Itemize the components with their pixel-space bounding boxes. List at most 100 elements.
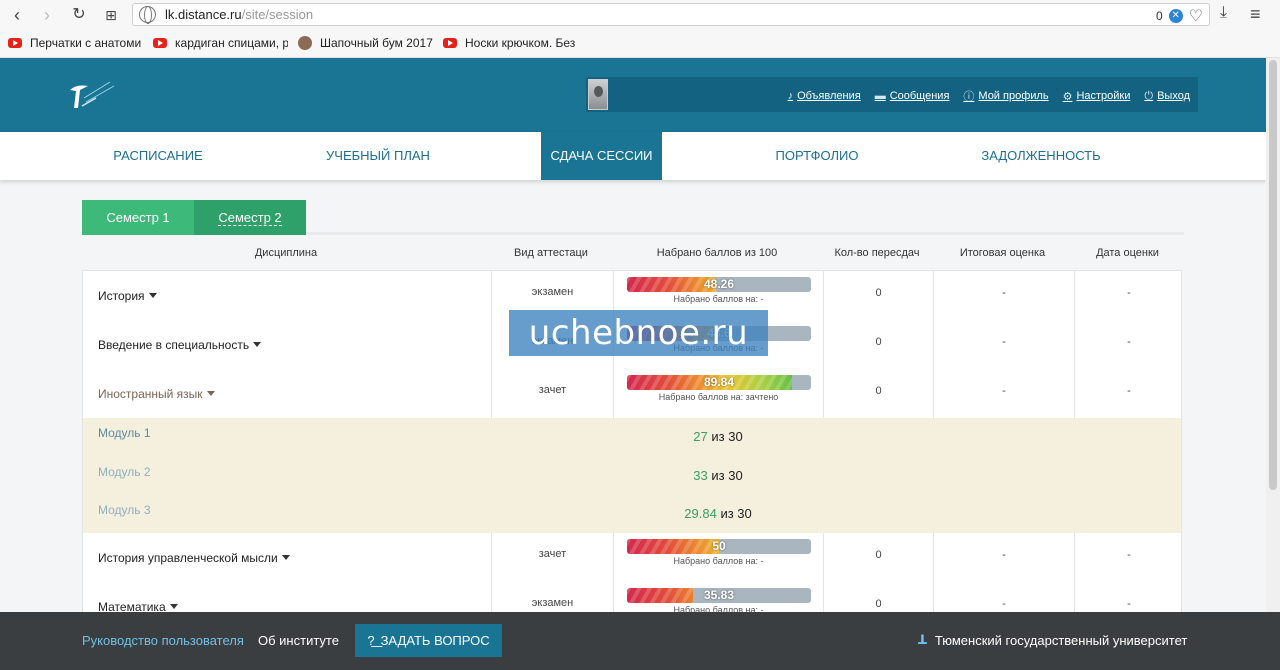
- caret-down-icon[interactable]: [253, 342, 262, 347]
- module-score-value: 29.84: [684, 506, 717, 521]
- date-cell: -: [1074, 533, 1183, 582]
- caret-down-icon[interactable]: [206, 391, 215, 396]
- retakes-cell: 0: [823, 533, 933, 582]
- score-progress-bar: 50: [627, 539, 811, 554]
- module-row: Модуль 1 27 из 30: [83, 418, 1181, 457]
- back-icon[interactable]: ‹: [6, 4, 28, 26]
- module-score-max: из 30: [711, 467, 743, 483]
- module-name[interactable]: Модуль 3: [98, 503, 151, 517]
- discipline-name[interactable]: История: [98, 289, 157, 303]
- grid-icon[interactable]: ⊞: [100, 4, 122, 26]
- discipline-name[interactable]: История управленческой мысли: [98, 551, 290, 565]
- semester-tabs: Семестр 1 Семестр 2: [82, 200, 1184, 235]
- user-guide-link[interactable]: Руководство пользователя: [82, 633, 244, 648]
- caret-down-icon[interactable]: [281, 555, 290, 560]
- question-icon: ?͟: [367, 633, 375, 648]
- date-cell: -: [1074, 369, 1183, 418]
- tab-session[interactable]: СДАЧА СЕССИИ: [541, 132, 662, 180]
- module-name[interactable]: Модуль 2: [98, 465, 151, 479]
- link-label: Выход: [1157, 90, 1190, 102]
- bookmark-item[interactable]: кардиган спицами, р: [153, 36, 288, 50]
- score-cell: 50 Набрано баллов на: -: [613, 533, 823, 582]
- url-text[interactable]: lk.distance.ru/site/session: [165, 7, 313, 22]
- badge-count: 0: [1155, 9, 1163, 23]
- scrollbar-thumb[interactable]: [1269, 60, 1277, 490]
- retakes-cell: 0: [823, 369, 933, 418]
- module-name[interactable]: Модуль 1: [98, 426, 151, 440]
- col-score: Набрано баллов из 100: [656, 247, 778, 259]
- bookmark-item[interactable]: Шапочный бум 2017: [298, 36, 433, 50]
- discipline-label: История: [98, 289, 145, 303]
- tab-study-plan[interactable]: УЧЕБНЫЙ ПЛАН: [298, 132, 458, 180]
- final-grade-cell: -: [933, 533, 1074, 582]
- university-logo[interactable]: [66, 76, 122, 116]
- globe-icon: [139, 6, 156, 24]
- retakes-cell: 0: [823, 320, 933, 369]
- ask-question-label: ЗАДАТЬ ВОПРОС: [380, 633, 490, 648]
- message-icon: ▬: [874, 90, 886, 102]
- tab-semester-2[interactable]: Семестр 2: [194, 200, 306, 235]
- announcements-link[interactable]: ♪ Объявления: [788, 88, 861, 104]
- heart-icon[interactable]: ♡: [1189, 6, 1203, 26]
- bell-icon: ♪: [787, 90, 794, 102]
- link-label: Настройки: [1076, 90, 1131, 102]
- module-score-value: 27: [693, 429, 708, 444]
- final-grade: -: [1002, 385, 1006, 397]
- caret-down-icon[interactable]: [148, 293, 157, 298]
- bookmarks-bar: Перчатки с анатоми кардиган спицами, р Ш…: [0, 30, 1280, 58]
- logout-link[interactable]: ⏻ Выход: [1144, 88, 1190, 104]
- messages-link[interactable]: ▬ Сообщения: [875, 88, 950, 104]
- adblock-icon[interactable]: ✕: [1168, 9, 1183, 23]
- final-grade-cell: -: [933, 320, 1074, 369]
- ask-question-button[interactable]: ?͟ ЗАДАТЬ ВОПРОС: [355, 624, 502, 657]
- caret-down-icon[interactable]: [169, 604, 178, 609]
- youtube-icon: [8, 38, 22, 48]
- module-row: Модуль 2 33 из 30: [83, 457, 1181, 496]
- bookmark-label: Носки крючком. Без: [465, 36, 576, 50]
- tab-semester-1[interactable]: Семестр 1: [82, 200, 194, 235]
- bookmark-item[interactable]: Носки крючком. Без: [443, 36, 578, 50]
- address-bar[interactable]: lk.distance.ru/site/session 0 ✕ ♡: [132, 3, 1210, 26]
- settings-link[interactable]: ⚙ Настройки: [1063, 88, 1131, 104]
- download-icon[interactable]: ⤓: [1220, 4, 1227, 22]
- forward-icon[interactable]: ›: [36, 4, 58, 26]
- score-progress-bar: 35.83: [627, 588, 811, 603]
- about-institute-link[interactable]: Об институте: [258, 633, 339, 648]
- menu-icon[interactable]: ≡: [1250, 4, 1261, 25]
- power-icon: ⏻: [1144, 89, 1154, 102]
- score-value: 48.26: [703, 277, 735, 291]
- bookmark-image-icon: [298, 36, 312, 50]
- link-label: Сообщения: [889, 90, 950, 102]
- grade-date: -: [1127, 385, 1131, 397]
- user-bar: ♪ Объявления ▬ Сообщения ⓘ Мой профиль ⚙ Нас…: [586, 77, 1198, 112]
- score-progress-bar: 89.84: [627, 375, 811, 390]
- attestation-type: зачет: [538, 384, 567, 396]
- score-cell: 89.84 Набрано баллов на: зачтено: [613, 369, 823, 418]
- col-attestation: Вид аттестаци: [514, 247, 588, 259]
- youtube-icon: [443, 38, 457, 48]
- module-score-max: из 30: [720, 506, 752, 521]
- reload-icon[interactable]: ↻: [68, 4, 90, 26]
- final-grade: -: [1002, 336, 1006, 348]
- retakes-count: 0: [875, 549, 882, 561]
- discipline-label: История управленческой мысли: [98, 551, 278, 565]
- score-value: 35.83: [703, 588, 735, 602]
- logo-icon: [70, 81, 115, 108]
- bookmark-item[interactable]: Перчатки с анатоми: [8, 36, 143, 50]
- col-final-grade: Итоговая оценка: [959, 247, 1046, 259]
- page-scrollbar[interactable]: [1266, 58, 1280, 612]
- discipline-cell: Введение в специальность: [83, 320, 491, 369]
- discipline-name[interactable]: Иностранный язык: [98, 387, 215, 401]
- retakes-count: 0: [875, 287, 882, 299]
- score-grade-note: Набрано баллов на: -: [673, 556, 764, 566]
- discipline-name[interactable]: Введение в специальность: [98, 338, 262, 352]
- attestation-cell: зачет: [491, 533, 613, 582]
- attestation-type: экзамен: [531, 286, 574, 298]
- avatar[interactable]: [588, 79, 608, 110]
- tab-portfolio[interactable]: ПОРТФОЛИО: [752, 132, 882, 180]
- bookmark-label: Шапочный бум 2017: [320, 36, 433, 50]
- table-header: Дисциплина Вид аттестаци Набрано баллов …: [82, 238, 1182, 270]
- tab-debts[interactable]: ЗАДОЛЖЕННОСТЬ: [966, 132, 1116, 180]
- tab-schedule[interactable]: РАСПИСАНИЕ: [82, 132, 234, 180]
- profile-link[interactable]: ⓘ Мой профиль: [963, 88, 1048, 104]
